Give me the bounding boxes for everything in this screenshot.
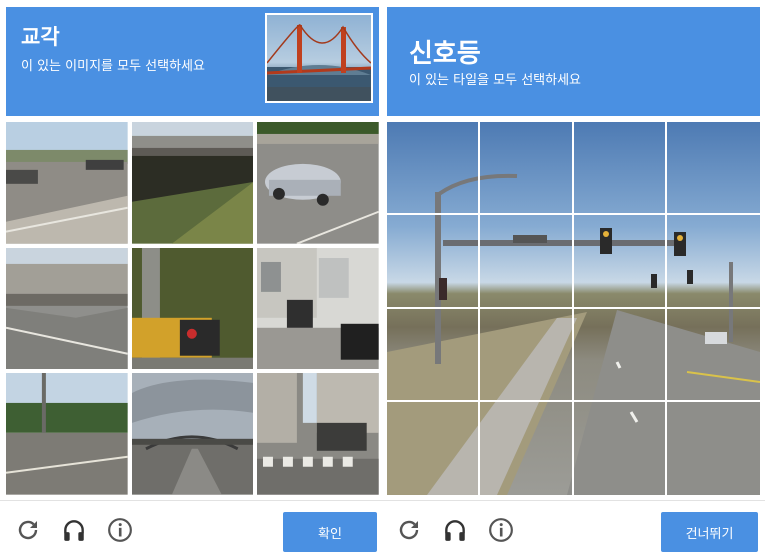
info-icon[interactable] (487, 516, 515, 544)
skip-button[interactable]: 건너뛰기 (661, 512, 758, 552)
tile-r3c2[interactable] (480, 308, 574, 402)
tile-r2c1[interactable] (387, 215, 481, 309)
captcha-instruction: 이 있는 이미지를 모두 선택하세요 (21, 59, 205, 74)
grid-tile-5[interactable] (131, 247, 254, 370)
info-icon[interactable] (106, 516, 134, 544)
grid-tile-1[interactable] (6, 122, 128, 244)
grid-tile-8[interactable] (131, 373, 254, 495)
tile-r3c1[interactable] (387, 308, 481, 402)
grid-tile-6[interactable] (257, 247, 379, 370)
tile-r1c1[interactable] (387, 122, 481, 216)
captcha-footer: 건너뛰기 (383, 500, 765, 558)
tile-r4c2[interactable] (480, 401, 574, 495)
confirm-button[interactable]: 확인 (283, 512, 377, 552)
reload-icon[interactable] (395, 516, 423, 544)
tile-r4c4[interactable] (667, 402, 760, 495)
captcha-header: 신호등 이 있는 타일을 모두 선택하세요 (387, 7, 760, 116)
captcha-target-word: 신호등 (409, 39, 481, 69)
tile-r2c2[interactable] (480, 215, 574, 309)
tile-r2c4[interactable] (666, 215, 760, 309)
tile-r3c3[interactable] (573, 308, 667, 402)
tile-grid (387, 122, 760, 495)
captcha-footer: 확인 (0, 500, 383, 558)
reload-icon[interactable] (14, 516, 42, 544)
grid-tile-7[interactable] (6, 373, 128, 495)
grid-tile-9[interactable] (257, 373, 379, 495)
grid-tile-3[interactable] (257, 122, 379, 244)
tile-r4c1[interactable] (387, 401, 481, 495)
tile-r1c2[interactable] (480, 122, 574, 216)
image-grid (6, 122, 379, 495)
captcha-widget-left: 교각 이 있는 이미지를 모두 선택하세요 확인 (0, 0, 383, 558)
captcha-header: 교각 이 있는 이미지를 모두 선택하세요 (6, 7, 379, 116)
tile-r4c3[interactable] (574, 401, 667, 495)
example-image (265, 13, 373, 103)
grid-tile-4[interactable] (6, 247, 128, 370)
tile-r3c4[interactable] (666, 309, 760, 402)
tile-r1c3[interactable] (573, 122, 667, 216)
audio-icon[interactable] (60, 516, 88, 544)
grid-tile-2[interactable] (131, 122, 254, 244)
captcha-target-word: 교각 (21, 25, 60, 49)
tile-r2c3[interactable] (573, 215, 667, 309)
captcha-instruction: 이 있는 타일을 모두 선택하세요 (409, 73, 582, 88)
tile-r1c4[interactable] (666, 122, 760, 216)
captcha-widget-right: 신호등 이 있는 타일을 모두 선택하세요 건너뛰기 (383, 0, 765, 558)
audio-icon[interactable] (441, 516, 469, 544)
